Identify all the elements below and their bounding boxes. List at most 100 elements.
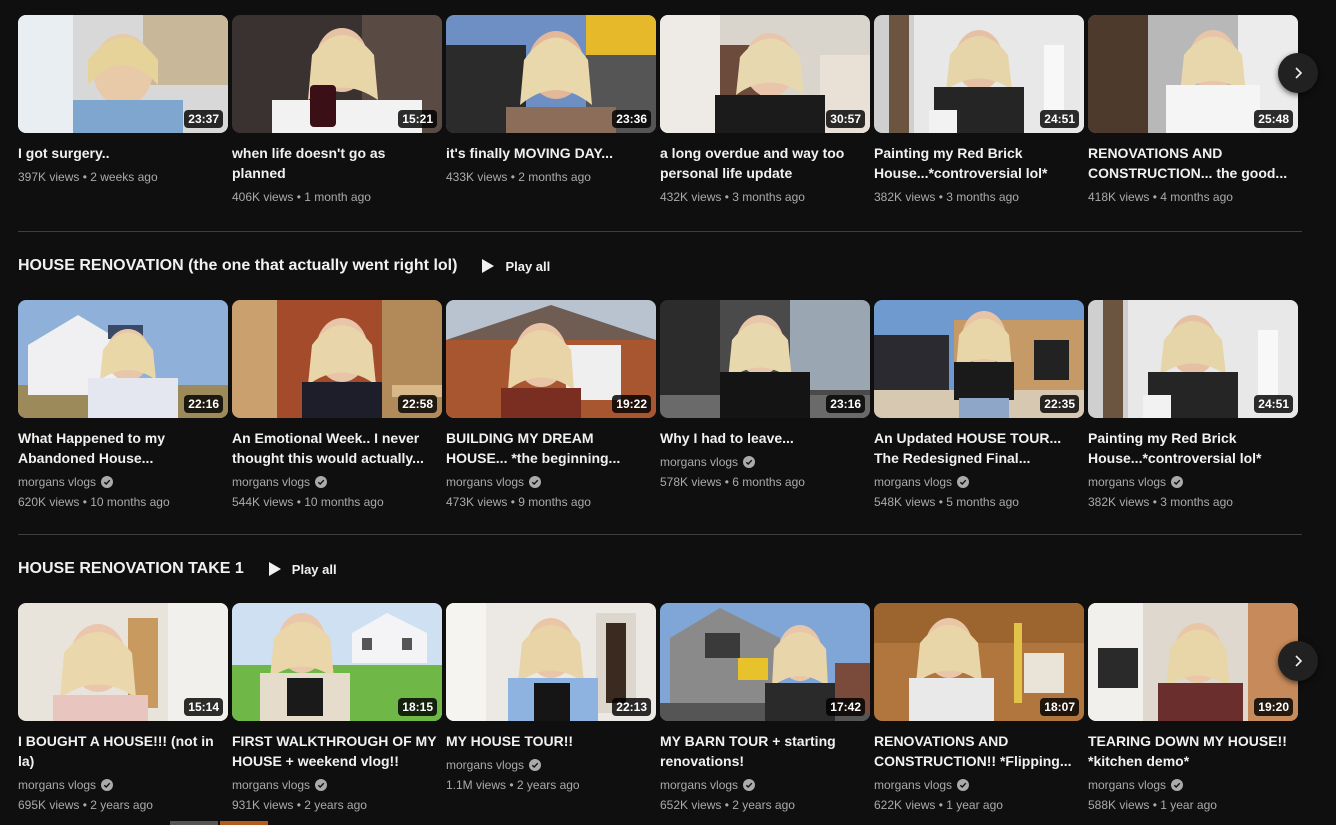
scroll-segment-active — [220, 821, 268, 825]
video-thumbnail[interactable]: 23:16 — [660, 300, 870, 418]
play-all-button[interactable]: Play all — [481, 258, 550, 274]
video-card[interactable]: 22:13 MY HOUSE TOUR!! morgans vlogs 1.1M… — [446, 603, 656, 793]
channel-name-text: morgans vlogs — [232, 475, 311, 489]
video-title[interactable]: RENOVATIONS AND CONSTRUCTION!! *Flipping… — [874, 731, 1084, 771]
video-thumbnail[interactable]: 15:14 — [18, 603, 228, 721]
video-card[interactable]: 19:20 TEARING DOWN MY HOUSE!! *kitchen d… — [1088, 603, 1298, 813]
video-card[interactable]: 17:42 MY BARN TOUR + starting renovation… — [660, 603, 870, 813]
video-title[interactable]: An Updated HOUSE TOUR... The Redesigned … — [874, 428, 1084, 468]
channel-name[interactable]: morgans vlogs — [18, 474, 228, 490]
channel-name[interactable]: morgans vlogs — [1088, 777, 1298, 793]
video-duration: 18:15 — [398, 698, 437, 716]
channel-name[interactable]: morgans vlogs — [18, 777, 228, 793]
video-card[interactable]: 24:51 Painting my Red Brick House...*con… — [874, 15, 1084, 205]
channel-name[interactable]: morgans vlogs — [874, 777, 1084, 793]
channel-name[interactable]: morgans vlogs — [1088, 474, 1298, 490]
video-card[interactable]: 23:37 I got surgery.. 397K views • 2 wee… — [18, 15, 228, 185]
row1-next-button[interactable] — [1278, 53, 1318, 93]
video-thumbnail[interactable]: 24:51 — [874, 15, 1084, 133]
section-divider — [18, 231, 1302, 232]
video-views: 382K views • 3 months ago — [874, 190, 1019, 204]
video-duration: 19:22 — [612, 395, 651, 413]
play-all-label: Play all — [505, 258, 551, 274]
video-card[interactable]: 15:21 when life doesn't go as planned 40… — [232, 15, 442, 205]
video-title[interactable]: TEARING DOWN MY HOUSE!! *kitchen demo* — [1088, 731, 1298, 771]
channel-name[interactable]: morgans vlogs — [874, 474, 1084, 490]
video-title[interactable]: FIRST WALKTHROUGH OF MY HOUSE + weekend … — [232, 731, 442, 771]
channel-name[interactable]: morgans vlogs — [446, 474, 656, 490]
video-card[interactable]: 23:36 it's finally MOVING DAY... 433K vi… — [446, 15, 656, 185]
channel-name-text: morgans vlogs — [874, 475, 953, 489]
channel-name[interactable]: morgans vlogs — [660, 454, 870, 470]
verified-check-icon — [529, 476, 542, 488]
video-title[interactable]: when life doesn't go as planned — [232, 143, 442, 183]
video-title[interactable]: BUILDING MY DREAM HOUSE... *the beginnin… — [446, 428, 656, 468]
video-thumbnail[interactable]: 24:51 — [1088, 300, 1298, 418]
video-card[interactable]: 18:15 FIRST WALKTHROUGH OF MY HOUSE + we… — [232, 603, 442, 813]
channel-name-text: morgans vlogs — [874, 778, 953, 792]
video-duration: 15:14 — [184, 698, 223, 716]
video-thumbnail[interactable]: 19:22 — [446, 300, 656, 418]
video-duration: 23:37 — [184, 110, 223, 128]
video-duration: 23:36 — [612, 110, 651, 128]
channel-name[interactable]: morgans vlogs — [660, 777, 870, 793]
video-card[interactable]: 22:16 What Happened to my Abandoned Hous… — [18, 300, 228, 510]
video-title[interactable]: I got surgery.. — [18, 143, 228, 163]
shelf-title[interactable]: HOUSE RENOVATION TAKE 1 — [18, 560, 244, 578]
video-thumbnail[interactable]: 19:20 — [1088, 603, 1298, 721]
verified-check-icon — [957, 779, 970, 791]
channel-name-text: morgans vlogs — [446, 475, 525, 489]
video-card[interactable]: 24:51 Painting my Red Brick House...*con… — [1088, 300, 1298, 510]
play-all-label: Play all — [291, 561, 337, 577]
video-thumbnail[interactable]: 25:48 — [1088, 15, 1298, 133]
video-thumbnail[interactable]: 18:15 — [232, 603, 442, 721]
video-row-recent: 23:37 I got surgery.. 397K views • 2 wee… — [18, 15, 1298, 225]
video-thumbnail[interactable]: 15:21 — [232, 15, 442, 133]
video-thumbnail[interactable]: 23:36 — [446, 15, 656, 133]
verified-check-icon — [957, 476, 970, 488]
video-card[interactable]: 30:57 a long overdue and way too persona… — [660, 15, 870, 205]
video-title[interactable]: MY HOUSE TOUR!! — [446, 731, 656, 751]
video-views: 432K views • 3 months ago — [660, 190, 805, 204]
video-title[interactable]: RENOVATIONS AND CONSTRUCTION... the good… — [1088, 143, 1298, 183]
video-views: 652K views • 2 years ago — [660, 798, 795, 812]
video-views: 406K views • 1 month ago — [232, 190, 371, 204]
play-icon — [482, 259, 495, 273]
verified-check-icon — [315, 779, 328, 791]
video-card[interactable]: 18:07 RENOVATIONS AND CONSTRUCTION!! *Fl… — [874, 603, 1084, 813]
channel-name[interactable]: morgans vlogs — [232, 474, 442, 490]
verified-check-icon — [101, 476, 114, 488]
video-card[interactable]: 19:22 BUILDING MY DREAM HOUSE... *the be… — [446, 300, 656, 510]
video-title[interactable]: it's finally MOVING DAY... — [446, 143, 656, 163]
video-thumbnail[interactable]: 22:13 — [446, 603, 656, 721]
video-title[interactable]: MY BARN TOUR + starting renovations! — [660, 731, 870, 771]
video-card[interactable]: 22:35 An Updated HOUSE TOUR... The Redes… — [874, 300, 1084, 510]
video-card[interactable]: 15:14 I BOUGHT A HOUSE!!! (not in la) mo… — [18, 603, 228, 813]
video-card[interactable]: 23:16 Why I had to leave... morgans vlog… — [660, 300, 870, 490]
play-all-button[interactable]: Play all — [268, 561, 337, 577]
video-title[interactable]: What Happened to my Abandoned House... — [18, 428, 228, 468]
video-thumbnail[interactable]: 30:57 — [660, 15, 870, 133]
video-thumbnail[interactable]: 18:07 — [874, 603, 1084, 721]
video-thumbnail[interactable]: 22:58 — [232, 300, 442, 418]
video-duration: 19:20 — [1254, 698, 1293, 716]
verified-check-icon — [529, 759, 542, 771]
video-title[interactable]: I BOUGHT A HOUSE!!! (not in la) — [18, 731, 228, 771]
shelf2-next-button[interactable] — [1278, 641, 1318, 681]
video-thumbnail[interactable]: 22:35 — [874, 300, 1084, 418]
channel-name[interactable]: morgans vlogs — [232, 777, 442, 793]
video-duration: 18:07 — [1040, 698, 1079, 716]
shelf-title[interactable]: HOUSE RENOVATION (the one that actually … — [18, 257, 457, 275]
video-title[interactable]: a long overdue and way too personal life… — [660, 143, 870, 183]
video-title[interactable]: An Emotional Week.. I never thought this… — [232, 428, 442, 468]
verified-check-icon — [743, 456, 756, 468]
video-thumbnail[interactable]: 17:42 — [660, 603, 870, 721]
video-thumbnail[interactable]: 22:16 — [18, 300, 228, 418]
video-thumbnail[interactable]: 23:37 — [18, 15, 228, 133]
video-title[interactable]: Painting my Red Brick House...*controver… — [1088, 428, 1298, 468]
video-title[interactable]: Painting my Red Brick House...*controver… — [874, 143, 1084, 183]
channel-name[interactable]: morgans vlogs — [446, 757, 656, 773]
video-card[interactable]: 22:58 An Emotional Week.. I never though… — [232, 300, 442, 510]
video-title[interactable]: Why I had to leave... — [660, 428, 870, 448]
video-card[interactable]: 25:48 RENOVATIONS AND CONSTRUCTION... th… — [1088, 15, 1298, 205]
